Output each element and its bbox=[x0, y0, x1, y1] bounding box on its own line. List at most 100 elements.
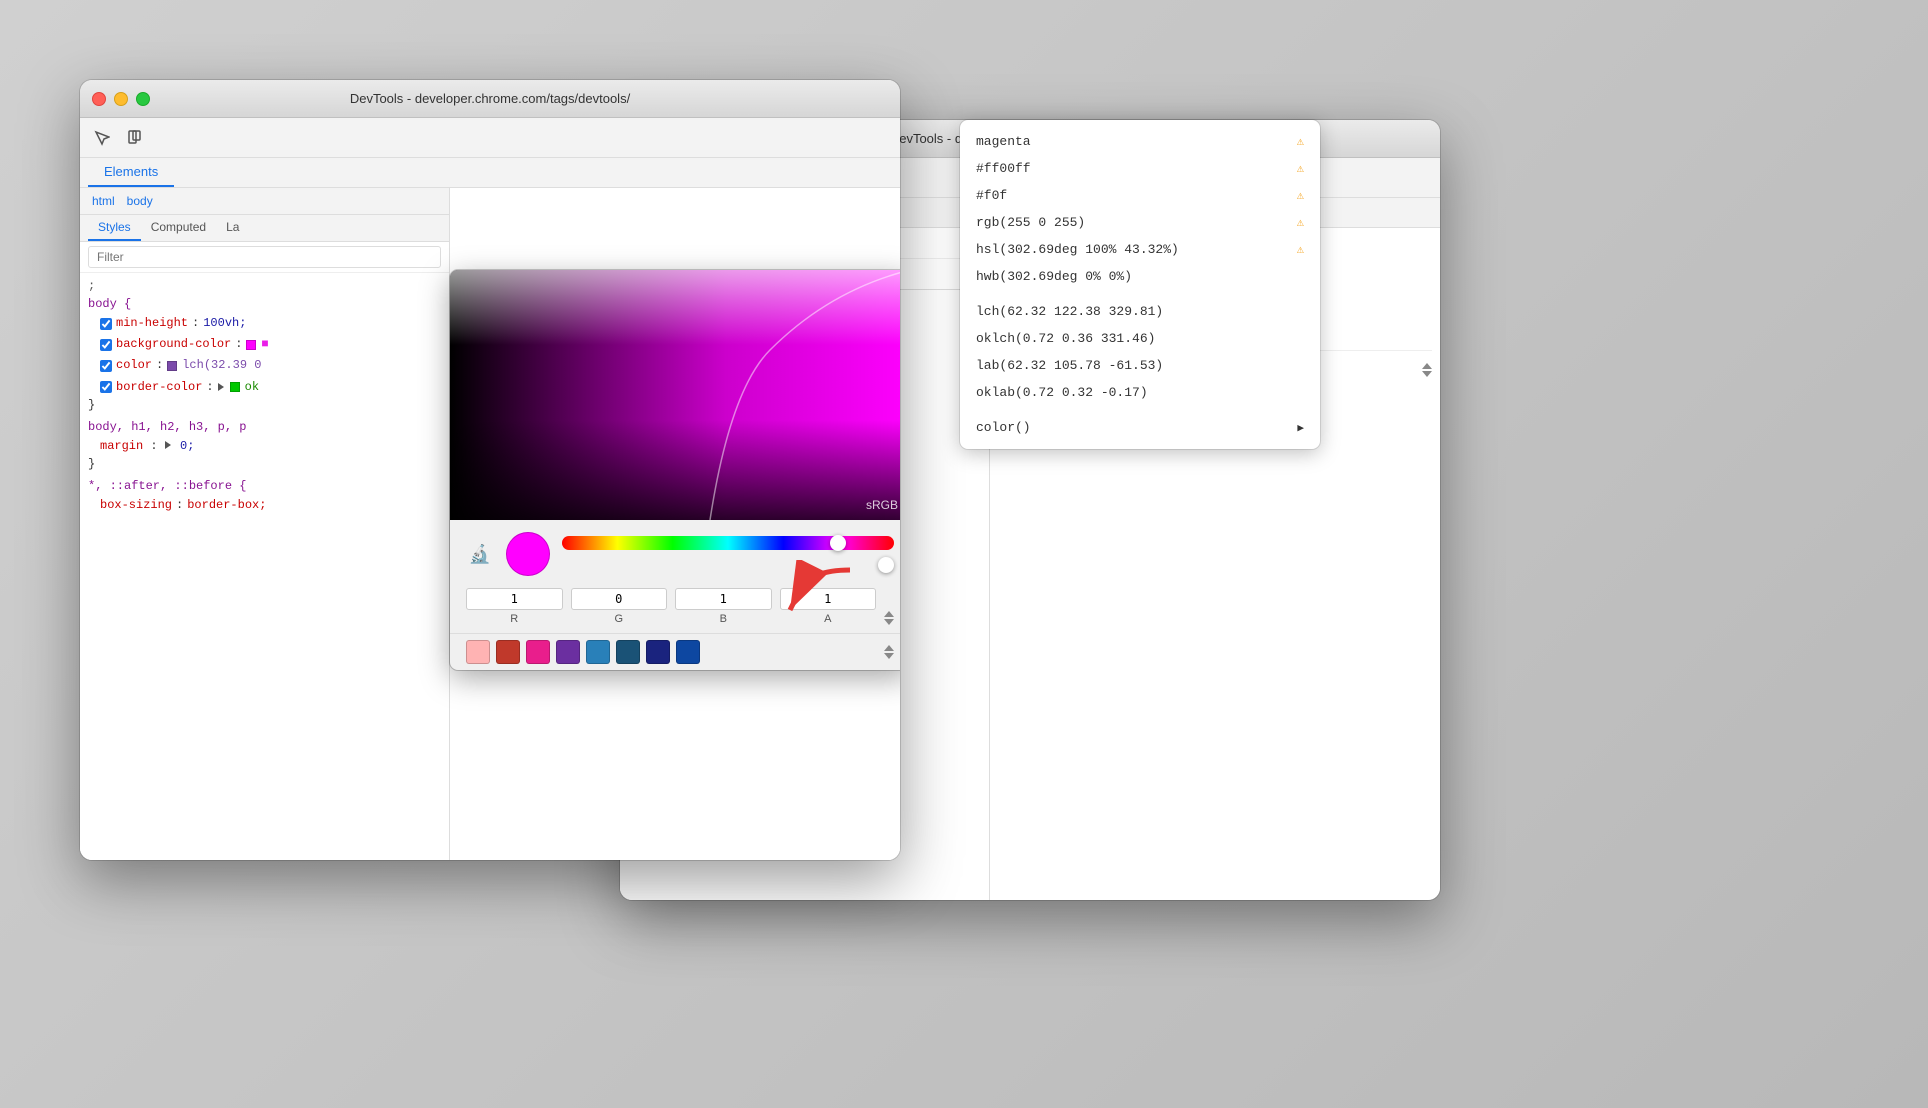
tab-elements-front[interactable]: Elements bbox=[88, 158, 174, 187]
prop-bg-color: background-color : ■ bbox=[88, 334, 441, 355]
rgba-field-b: B bbox=[675, 588, 772, 625]
prop-value-color: lch(32.39 0 bbox=[182, 356, 261, 375]
hue-slider[interactable] bbox=[562, 536, 894, 550]
format-label-oklch: oklch(0.72 0.36 331.46) bbox=[976, 331, 1155, 346]
swatch-1[interactable] bbox=[496, 640, 520, 664]
swatch-5[interactable] bbox=[616, 640, 640, 664]
devtools-window-front: DevTools - developer.chrome.com/tags/dev… bbox=[80, 80, 900, 860]
spin-down-rgba[interactable] bbox=[884, 619, 894, 625]
prop-value-box-sizing: border-box; bbox=[187, 496, 266, 515]
color-swatch-bg[interactable] bbox=[246, 340, 256, 350]
selector-star: *, ::after, ::before { bbox=[88, 479, 441, 493]
warn-icon-rgb: ⚠ bbox=[1297, 215, 1304, 230]
format-label-hsl: hsl(302.69deg 100% 43.32%) bbox=[976, 242, 1179, 257]
format-item-lch[interactable]: lch(62.32 122.38 329.81) bbox=[960, 298, 1320, 325]
format-item-oklab[interactable]: oklab(0.72 0.32 -0.17) bbox=[960, 379, 1320, 406]
format-item-ff00ff[interactable]: #ff00ff ⚠ bbox=[960, 155, 1320, 182]
prop-name-min-height: min-height bbox=[116, 314, 188, 333]
filter-input[interactable] bbox=[88, 246, 441, 268]
triangle-border[interactable] bbox=[218, 383, 224, 391]
color-swatch-border[interactable] bbox=[230, 382, 240, 392]
prop-value-min-height: 100vh; bbox=[203, 314, 246, 333]
maximize-button-front[interactable] bbox=[136, 92, 150, 106]
swatch-2[interactable] bbox=[526, 640, 550, 664]
css-rules: ; body { min-height : 100vh; bbox=[80, 273, 449, 860]
prop-name-bg-color: background-color bbox=[116, 335, 231, 354]
prop-value-margin: 0; bbox=[180, 439, 194, 453]
semicolon-separator: ; bbox=[88, 279, 441, 293]
checkbox-min-height[interactable] bbox=[100, 318, 112, 330]
hue-thumb[interactable] bbox=[830, 535, 846, 551]
filter-bar bbox=[80, 242, 449, 273]
prop-box-sizing: box-sizing : border-box; bbox=[88, 495, 441, 516]
spin-up-swatches[interactable] bbox=[884, 645, 894, 651]
format-item-magenta[interactable]: magenta ⚠ bbox=[960, 128, 1320, 155]
swatch-6[interactable] bbox=[646, 640, 670, 664]
format-label-lch: lch(62.32 122.38 329.81) bbox=[976, 304, 1163, 319]
titlebar-front: DevTools - developer.chrome.com/tags/dev… bbox=[80, 80, 900, 118]
eyedropper-button[interactable]: 🔬 bbox=[466, 540, 494, 568]
breadcrumb-bar: html body bbox=[80, 188, 449, 215]
input-g[interactable] bbox=[571, 588, 668, 610]
label-r: R bbox=[510, 613, 518, 625]
format-item-lab[interactable]: lab(62.32 105.78 -61.53) bbox=[960, 352, 1320, 379]
format-item-rgb[interactable]: rgb(255 0 255) ⚠ bbox=[960, 209, 1320, 236]
format-item-f0f[interactable]: #f0f ⚠ bbox=[960, 182, 1320, 209]
spin-down-swatches[interactable] bbox=[884, 653, 894, 659]
breadcrumb-body[interactable]: body bbox=[123, 192, 157, 210]
swatch-3[interactable] bbox=[556, 640, 580, 664]
color-swatch-lch[interactable] bbox=[167, 361, 177, 371]
alpha-thumb[interactable] bbox=[878, 557, 894, 573]
inspect-icon-front[interactable] bbox=[88, 124, 116, 152]
swatches-spinner[interactable] bbox=[884, 645, 894, 659]
red-arrow-svg bbox=[780, 560, 860, 620]
selector-headings: body, h1, h2, h3, p, p bbox=[88, 420, 441, 434]
breadcrumb-html[interactable]: html bbox=[88, 192, 119, 210]
prop-margin: margin : 0; bbox=[88, 436, 441, 457]
checkbox-color[interactable] bbox=[100, 360, 112, 372]
prop-value-border: ok bbox=[245, 378, 259, 397]
prop-name-color: color bbox=[116, 356, 152, 375]
rgba-spinner[interactable] bbox=[884, 611, 894, 625]
format-label-lab: lab(62.32 105.78 -61.53) bbox=[976, 358, 1163, 373]
tabs-front: Elements bbox=[80, 158, 900, 188]
spin-up-back[interactable] bbox=[1422, 363, 1432, 369]
label-b: B bbox=[720, 613, 727, 625]
warn-icon-ff00ff: ⚠ bbox=[1297, 161, 1304, 176]
minimize-button-front[interactable] bbox=[114, 92, 128, 106]
prop-value-bg-color: ■ bbox=[261, 335, 268, 354]
subtab-layout[interactable]: La bbox=[216, 215, 249, 241]
input-b[interactable] bbox=[675, 588, 772, 610]
selector-body: body { bbox=[88, 297, 441, 311]
subtab-styles[interactable]: Styles bbox=[88, 215, 141, 241]
window-controls-front[interactable] bbox=[92, 92, 150, 106]
prop-name-border-color: border-color bbox=[116, 378, 202, 397]
format-item-color[interactable]: color() ▶ bbox=[960, 414, 1320, 441]
device-icon-front[interactable] bbox=[120, 124, 148, 152]
rgba-field-r: R bbox=[466, 588, 563, 625]
prop-name-margin: margin bbox=[100, 439, 143, 453]
styles-panel: html body Styles Computed La ; bbox=[80, 188, 450, 860]
swatch-7[interactable] bbox=[676, 640, 700, 664]
spin-down-back[interactable] bbox=[1422, 371, 1432, 377]
input-r[interactable] bbox=[466, 588, 563, 610]
close-button-front[interactable] bbox=[92, 92, 106, 106]
triangle-margin[interactable] bbox=[165, 441, 171, 449]
spin-up-rgba[interactable] bbox=[884, 611, 894, 617]
format-label-ff00ff: #ff00ff bbox=[976, 161, 1031, 176]
back-swatch-spinner[interactable] bbox=[1422, 363, 1432, 377]
swatch-4[interactable] bbox=[586, 640, 610, 664]
subtab-computed[interactable]: Computed bbox=[141, 215, 216, 241]
format-label-hwb: hwb(302.69deg 0% 0%) bbox=[976, 269, 1132, 284]
format-item-oklch[interactable]: oklch(0.72 0.36 331.46) bbox=[960, 325, 1320, 352]
swatch-0[interactable] bbox=[466, 640, 490, 664]
format-item-hwb[interactable]: hwb(302.69deg 0% 0%) bbox=[960, 263, 1320, 290]
checkbox-bg-color[interactable] bbox=[100, 339, 112, 351]
format-item-hsl[interactable]: hsl(302.69deg 100% 43.32%) ⚠ bbox=[960, 236, 1320, 263]
format-label-oklab: oklab(0.72 0.32 -0.17) bbox=[976, 385, 1148, 400]
css-rule-headings: body, h1, h2, h3, p, p margin : 0; } bbox=[88, 420, 441, 471]
color-gradient[interactable]: sRGB bbox=[450, 270, 900, 520]
label-g: G bbox=[614, 613, 623, 625]
checkbox-border-color[interactable] bbox=[100, 381, 112, 393]
toolbar-front bbox=[80, 118, 900, 158]
